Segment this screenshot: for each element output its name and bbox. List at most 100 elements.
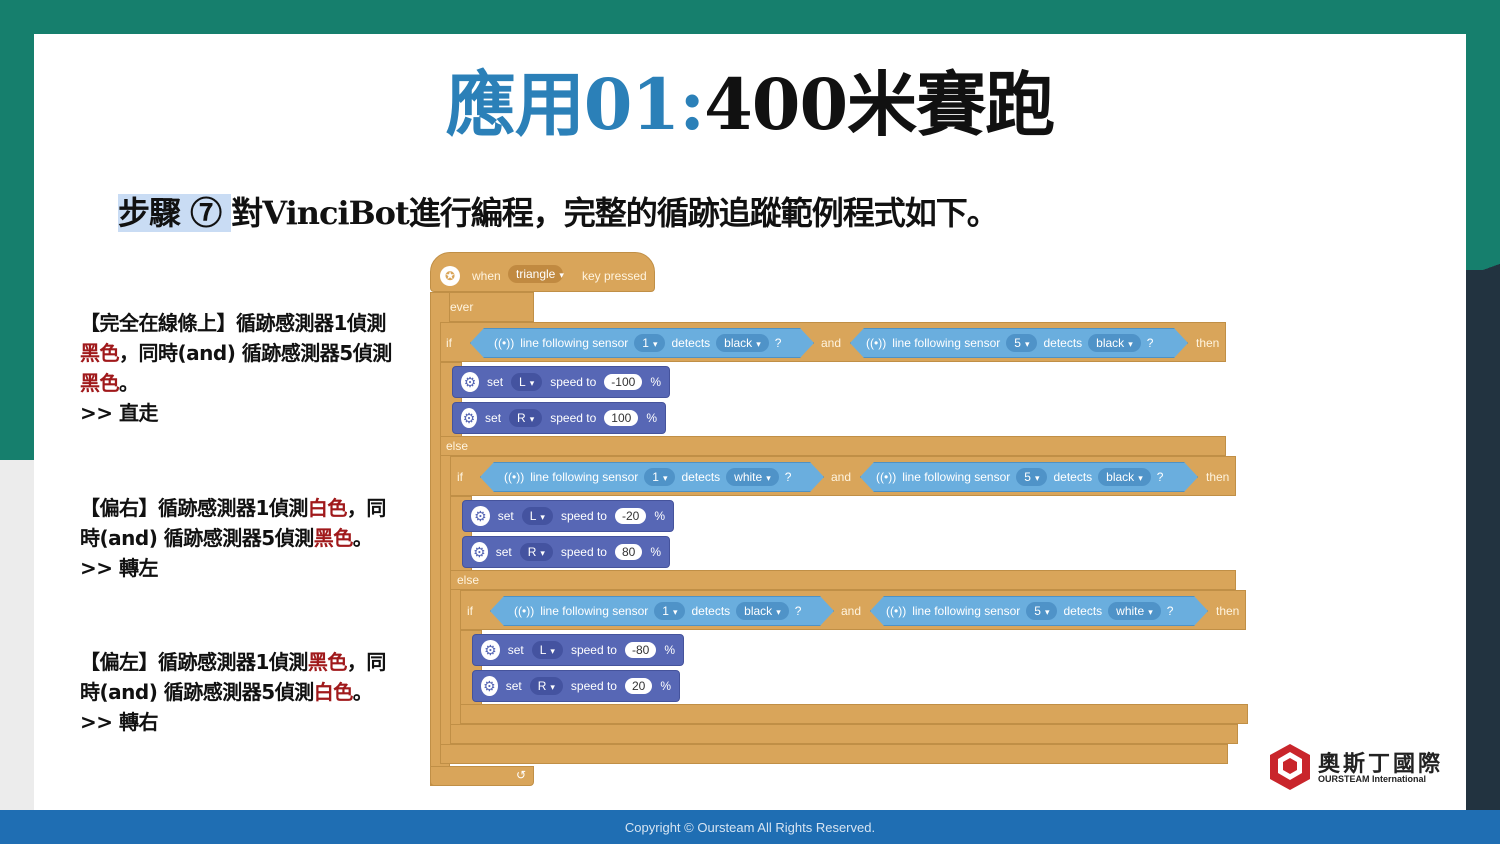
question-mark: ? xyxy=(784,470,792,484)
set-label: set xyxy=(495,545,512,559)
chevron-down-icon: ▾ xyxy=(550,646,555,656)
hat-suffix: key pressed xyxy=(582,269,647,283)
motor-block-2[interactable]: ⚙ set R ▾ speed to 100 % xyxy=(452,402,666,434)
note-text: ，同時(and) 循跡感測器5偵測 xyxy=(119,341,392,365)
chevron-down-icon: ▾ xyxy=(652,339,658,349)
note-highlight: 黑色 xyxy=(80,371,120,395)
sensor-3b: ((•)) line following sensor 5 ▾ detects w… xyxy=(886,599,1173,623)
and-label: and xyxy=(821,336,842,350)
motor-block-6[interactable]: ⚙ set R ▾ speed to 20 % xyxy=(472,670,680,702)
color-dropdown[interactable]: black ▾ xyxy=(1088,334,1141,352)
motor-block-3[interactable]: ⚙ set L ▾ speed to -20 % xyxy=(462,500,674,532)
motor-block-1[interactable]: ⚙ set L ▾ speed to -100 % xyxy=(452,366,670,398)
gear-icon: ⚙ xyxy=(471,542,488,562)
logo-cube-icon xyxy=(1270,744,1310,790)
motor-side-dropdown[interactable]: R ▾ xyxy=(529,677,563,695)
speed-input[interactable]: 80 xyxy=(614,544,643,560)
question-mark: ? xyxy=(1146,336,1154,350)
if-label: if xyxy=(457,470,463,484)
if-block-3-bottom xyxy=(460,704,1248,724)
hat-when: when xyxy=(472,269,501,283)
sensor-label: line following sensor xyxy=(540,604,649,618)
gear-icon: ⚙ xyxy=(481,676,498,696)
chevron-down-icon: ▾ xyxy=(1044,607,1050,617)
speed-input[interactable]: -100 xyxy=(604,374,643,390)
note-text: 。 xyxy=(119,371,139,395)
motor-side-dropdown[interactable]: R ▾ xyxy=(509,409,543,427)
speed-label: speed to xyxy=(550,375,597,389)
loop-arrow-icon: ↺ xyxy=(516,768,527,782)
step-label: 步驟 ⑦ xyxy=(118,194,232,232)
sensor-port-dropdown[interactable]: 1 ▾ xyxy=(634,334,666,352)
chevron-down-icon: ▾ xyxy=(662,473,668,483)
speed-input[interactable]: 100 xyxy=(604,410,639,426)
color-dropdown[interactable]: white ▾ xyxy=(726,468,779,486)
question-mark: ? xyxy=(1166,604,1174,618)
gear-icon: ⚙ xyxy=(481,640,500,660)
sensor-2b: ((•)) line following sensor 5 ▾ detects b… xyxy=(876,465,1163,489)
sensor-icon: ((•)) xyxy=(876,470,897,484)
sensor-port-dropdown[interactable]: 1 ▾ xyxy=(644,468,676,486)
note-action: >> 直走 xyxy=(80,401,158,425)
motor-side-dropdown[interactable]: R ▾ xyxy=(519,543,553,561)
motor-side-dropdown[interactable]: L ▾ xyxy=(531,641,563,659)
question-mark: ? xyxy=(794,604,802,618)
percent-label: % xyxy=(650,375,661,389)
note-straight: 【完全在線條上】循跡感測器1偵測黑色，同時(and) 循跡感測器5偵測黑色。 >… xyxy=(80,308,400,428)
color-dropdown[interactable]: black ▾ xyxy=(716,334,769,352)
chevron-down-icon: ▾ xyxy=(766,473,771,483)
sensor-1a: ((•)) line following sensor 1 ▾ detects b… xyxy=(494,331,781,355)
code-blocks: ✪ when triangle ▾ key pressed forever ↺ i… xyxy=(430,248,1260,793)
star-icon: ✪ xyxy=(440,266,460,286)
chevron-down-icon: ▾ xyxy=(672,607,678,617)
sensor-label: line following sensor xyxy=(912,604,1021,618)
background-left-grey-band xyxy=(0,460,34,810)
sensor-icon: ((•)) xyxy=(886,604,907,618)
sensor-label: line following sensor xyxy=(892,336,1001,350)
note-turn-right: 【偏左】循跡感測器1偵測黑色，同時(and) 循跡感測器5偵測白色。>> 轉右 xyxy=(80,647,400,737)
title-separator: : xyxy=(679,63,705,146)
else-label: else xyxy=(457,573,480,587)
sensor-icon: ((•)) xyxy=(514,604,535,618)
oursteam-logo: 奧斯丁國際 OURSTEAM International xyxy=(1268,742,1458,792)
speed-input[interactable]: -20 xyxy=(614,508,647,524)
if-block-2-bottom xyxy=(450,724,1238,744)
sensor-port-dropdown[interactable]: 5 ▾ xyxy=(1016,468,1048,486)
slide-title: 應用01:400米賽跑 xyxy=(0,60,1500,150)
chevron-down-icon: ▾ xyxy=(559,270,564,280)
note-text: 【完全在線條上】循跡感測器1偵測 xyxy=(80,311,386,335)
else-block-2 xyxy=(450,570,1236,590)
detects-label: detects xyxy=(681,470,721,484)
speed-label: speed to xyxy=(560,509,607,523)
sensor-icon: ((•)) xyxy=(504,470,525,484)
background-right-dark-band xyxy=(1466,270,1500,810)
motor-side-dropdown[interactable]: L ▾ xyxy=(521,507,553,525)
sensor-1b: ((•)) line following sensor 5 ▾ detects b… xyxy=(866,331,1153,355)
color-dropdown[interactable]: black ▾ xyxy=(1098,468,1151,486)
chevron-down-icon: ▾ xyxy=(529,414,535,424)
motor-block-5[interactable]: ⚙ set L ▾ speed to -80 % xyxy=(472,634,684,666)
footer-copyright: Copyright © Oursteam All Rights Reserved… xyxy=(0,810,1500,844)
color-dropdown[interactable]: black ▾ xyxy=(736,602,789,620)
note-highlight: 黑色 xyxy=(80,341,120,365)
sensor-port-dropdown[interactable]: 5 ▾ xyxy=(1006,334,1038,352)
sensor-icon: ((•)) xyxy=(866,336,887,350)
note-text: 【偏右】循跡感測器1偵測 xyxy=(80,496,308,520)
sensor-icon: ((•)) xyxy=(494,336,515,350)
if-label: if xyxy=(467,604,473,618)
color-dropdown[interactable]: white ▾ xyxy=(1108,602,1161,620)
sensor-2a: ((•)) line following sensor 1 ▾ detects w… xyxy=(504,465,791,489)
set-label: set xyxy=(487,375,504,389)
percent-label: % xyxy=(654,509,665,523)
detects-label: detects xyxy=(671,336,711,350)
motor-block-4[interactable]: ⚙ set R ▾ speed to 80 % xyxy=(462,536,670,568)
sensor-port-dropdown[interactable]: 1 ▾ xyxy=(654,602,686,620)
step-text: 對VinciBot進行編程，完整的循跡追蹤範例程式如下。 xyxy=(231,194,999,232)
note-highlight: 黑色 xyxy=(313,526,354,550)
note-highlight: 白色 xyxy=(307,496,348,520)
key-dropdown[interactable]: triangle ▾ xyxy=(508,265,564,283)
sensor-port-dropdown[interactable]: 5 ▾ xyxy=(1026,602,1058,620)
speed-input[interactable]: 20 xyxy=(624,678,653,694)
speed-input[interactable]: -80 xyxy=(624,642,657,658)
motor-side-dropdown[interactable]: L ▾ xyxy=(511,373,543,391)
